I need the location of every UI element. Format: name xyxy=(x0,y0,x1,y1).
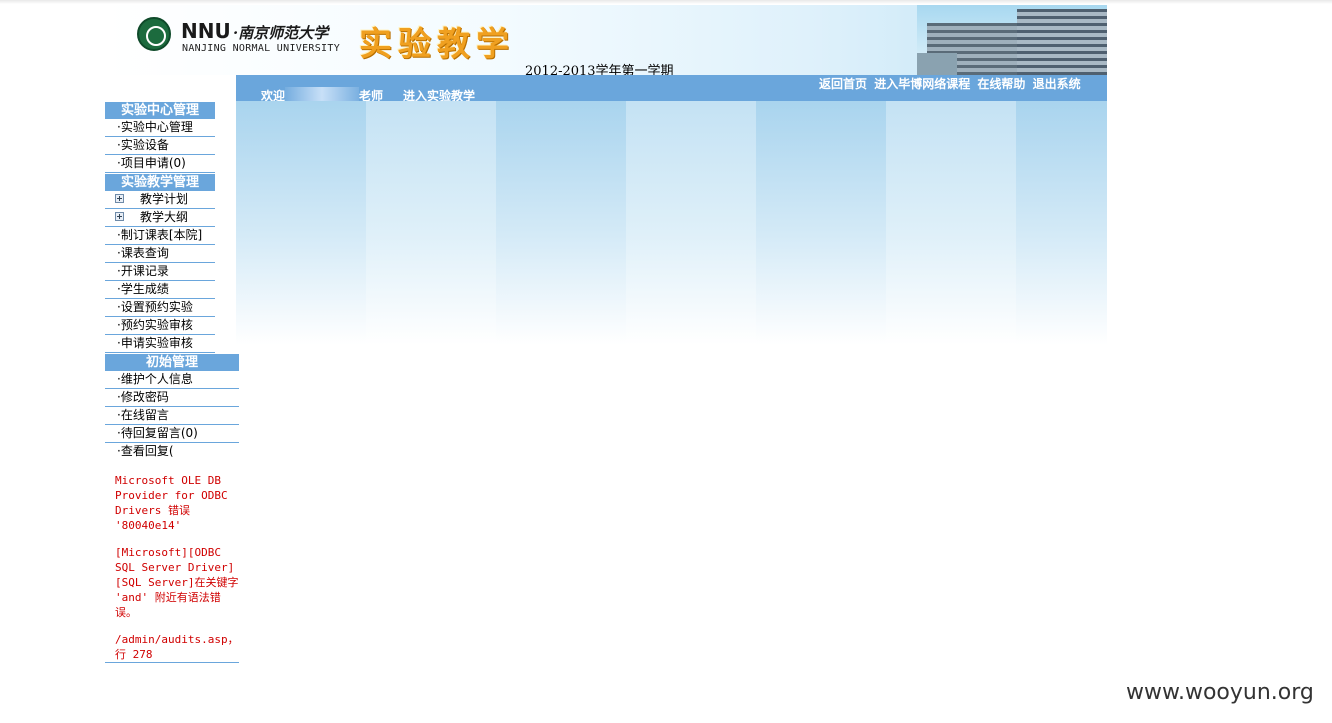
sidebar-item-label: ·在线留言 xyxy=(117,408,169,422)
section-init-mgmt: 初始管理 xyxy=(105,354,239,371)
sidebar-item-label: ·课表查询 xyxy=(117,246,169,260)
sidebar-item-label: ·申请实验审核 xyxy=(117,336,193,350)
section-center-mgmt: 实验中心管理 xyxy=(105,102,215,119)
logo-short: NNU xyxy=(181,19,231,43)
db-error-message: Microsoft OLE DB Provider for ODBC Drive… xyxy=(115,473,241,674)
site-title: 实验教学 xyxy=(359,24,515,63)
link-help[interactable]: 在线帮助 xyxy=(977,77,1025,91)
top-links: 返回首页 进入毕博网络课程 在线帮助 退出系统 xyxy=(819,75,1084,92)
sidebar-item-center-mgmt[interactable]: ·实验中心管理 xyxy=(105,119,215,137)
sidebar-item-label: ·开课记录 xyxy=(117,264,169,278)
page-container: NNU ·南京师范大学 NANJING NORMAL UNIVERSITY 实验… xyxy=(105,5,1107,705)
logo-english: NANJING NORMAL UNIVERSITY xyxy=(182,43,341,54)
sidebar-item-set-booking[interactable]: ·设置预约实验 xyxy=(105,299,215,317)
sidebar-item-label: ·学生成绩 xyxy=(117,282,169,296)
content-column xyxy=(496,101,626,345)
expand-icon[interactable] xyxy=(115,212,124,221)
error-line-sql: [Microsoft][ODBC SQL Server Driver][SQL … xyxy=(115,546,239,619)
browser-edge xyxy=(0,0,1332,4)
sidebar-item-syllabus[interactable]: 教学大纲 xyxy=(105,209,215,227)
sidebar-item-course-records[interactable]: ·开课记录 xyxy=(105,263,215,281)
content-column xyxy=(756,101,886,345)
expand-icon[interactable] xyxy=(115,194,124,203)
sidebar-item-label: ·项目申请(0) xyxy=(117,156,186,170)
sidebar-bottom-rule xyxy=(105,662,239,663)
sidebar-item-online-message[interactable]: ·在线留言 xyxy=(105,407,239,425)
sidebar-item-equipment[interactable]: ·实验设备 xyxy=(105,137,215,155)
section-teaching-mgmt: 实验教学管理 xyxy=(105,174,215,191)
sidebar-item-label: ·制订课表[本院] xyxy=(117,228,203,242)
sidebar-item-project-apply[interactable]: ·项目申请(0) xyxy=(105,155,215,173)
sidebar-item-teaching-plan[interactable]: 教学计划 xyxy=(105,191,215,209)
main-content xyxy=(236,101,1107,345)
sidebar-item-profile[interactable]: ·维护个人信息 xyxy=(105,371,239,389)
error-line-location: /admin/audits.asp，行 278 xyxy=(115,633,239,661)
link-bb-course[interactable]: 进入毕博网络课程 xyxy=(874,77,970,91)
university-seal-icon xyxy=(137,17,171,51)
logo-chinese: ·南京师范大学 xyxy=(233,24,329,42)
sidebar-item-view-replies[interactable]: ·查看回复( xyxy=(105,443,239,460)
sidebar-item-label: ·修改密码 xyxy=(117,390,169,404)
watermark: www.wooyun.org xyxy=(1126,680,1314,705)
sidebar-item-label: ·预约实验审核 xyxy=(117,318,193,332)
campus-building-image xyxy=(917,5,1107,75)
site-header: NNU ·南京师范大学 NANJING NORMAL UNIVERSITY 实验… xyxy=(105,5,1107,79)
sidebar-item-schedule-query[interactable]: ·课表查询 xyxy=(105,245,215,263)
content-column xyxy=(236,101,366,345)
sidebar-item-student-grades[interactable]: ·学生成绩 xyxy=(105,281,215,299)
error-line-provider: Microsoft OLE DB Provider for ODBC Drive… xyxy=(115,474,228,532)
sidebar-item-label: ·设置预约实验 xyxy=(117,300,193,314)
sidebar-item-label: 教学大纲 xyxy=(140,210,189,224)
building-right xyxy=(1017,9,1107,75)
link-logout[interactable]: 退出系统 xyxy=(1033,77,1081,91)
sidebar-item-label: ·实验设备 xyxy=(117,138,169,152)
sidebar-item-label: 教学计划 xyxy=(140,192,189,206)
sidebar-item-label: ·维护个人信息 xyxy=(117,372,193,386)
sidebar-item-change-password[interactable]: ·修改密码 xyxy=(105,389,239,407)
sidebar-item-pending-replies[interactable]: ·待回复留言(0) xyxy=(105,425,239,443)
sidebar-item-label: ·实验中心管理 xyxy=(117,120,193,134)
sidebar-item-label: ·待回复留言(0) xyxy=(117,426,198,440)
sidebar-item-label: ·查看回复( xyxy=(117,444,174,458)
sidebar-item-apply-review[interactable]: ·申请实验审核 xyxy=(105,335,215,353)
trees xyxy=(917,53,957,75)
sidebar-item-booking-review[interactable]: ·预约实验审核 xyxy=(105,317,215,335)
sidebar-item-make-schedule[interactable]: ·制订课表[本院] xyxy=(105,227,215,245)
link-home[interactable]: 返回首页 xyxy=(819,77,867,91)
content-column xyxy=(1016,101,1107,345)
